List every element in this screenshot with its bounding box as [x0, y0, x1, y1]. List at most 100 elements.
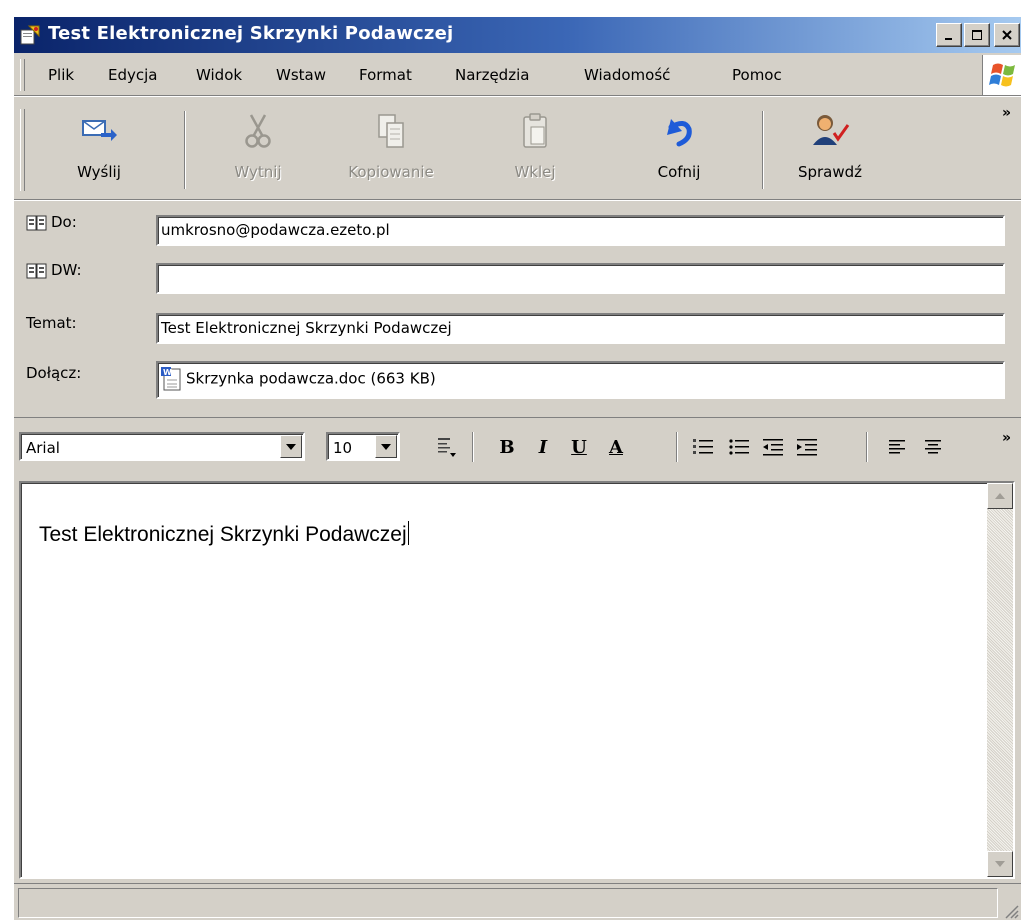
- menu-bar: Plik Edycja Widok Wstaw Format Narzędzia…: [14, 55, 1021, 96]
- bold-button[interactable]: B: [492, 432, 522, 462]
- chevron-down-icon: [286, 443, 296, 450]
- check-names-label: Sprawdź: [797, 163, 863, 181]
- message-header: Do: umkrosno@podawcza.ezeto.pl DW: Temat…: [14, 201, 1021, 413]
- subject-field[interactable]: Test Elektronicznej Skrzynki Podawczej: [156, 313, 1005, 344]
- decrease-indent-icon: [763, 439, 783, 456]
- bullet-list-button[interactable]: [724, 432, 754, 462]
- message-body[interactable]: Test Elektronicznej Skrzynki Podawczej: [19, 481, 1015, 879]
- vertical-scrollbar[interactable]: [987, 483, 1013, 877]
- minimize-button[interactable]: [936, 23, 962, 47]
- size-dropdown-button[interactable]: [375, 435, 397, 458]
- paragraph-style-icon: [438, 438, 456, 457]
- font-color-button[interactable]: A: [598, 432, 634, 462]
- paste-label: Wklej: [514, 163, 556, 181]
- maximize-button[interactable]: [964, 23, 990, 47]
- underline-button[interactable]: U: [564, 432, 594, 462]
- copy-icon: [378, 114, 404, 148]
- close-icon: [1002, 30, 1012, 40]
- copy-label: Kopiowanie: [348, 163, 434, 181]
- title-bar[interactable]: Test Elektronicznej Skrzynki Podawczej: [14, 17, 1021, 53]
- send-label: Wyślij: [77, 163, 121, 181]
- toolbar-separator: [866, 432, 868, 462]
- cc-label-button[interactable]: DW:: [26, 261, 82, 280]
- cc-label: DW:: [51, 261, 82, 279]
- paste-button[interactable]: Wklej: [494, 107, 576, 191]
- compose-window: Test Elektronicznej Skrzynki Podawczej P…: [14, 17, 1021, 920]
- subject-label: Temat:: [26, 314, 77, 332]
- undo-icon: [667, 119, 692, 147]
- arrow-down-icon: [995, 861, 1005, 867]
- menu-grip[interactable]: [20, 59, 25, 91]
- toolbar-grip[interactable]: [20, 109, 25, 191]
- resize-grip-icon[interactable]: [1003, 903, 1019, 919]
- toolbar-overflow-chevron[interactable]: »: [1002, 105, 1011, 121]
- scroll-up-button[interactable]: [987, 483, 1013, 509]
- menu-format[interactable]: Format: [359, 66, 412, 84]
- message-body-text: Test Elektronicznej Skrzynki Podawczej: [39, 521, 409, 547]
- close-button[interactable]: [994, 23, 1020, 47]
- menu-view[interactable]: Widok: [196, 66, 242, 84]
- address-book-icon: [26, 215, 47, 230]
- toolbar-separator: [762, 111, 764, 189]
- check-names-icon: [813, 115, 850, 145]
- send-icon: [82, 120, 117, 141]
- cut-label: Wytnij: [234, 163, 282, 181]
- maximize-icon: [972, 30, 982, 40]
- to-label: Do:: [51, 213, 77, 231]
- cc-field[interactable]: [156, 263, 1005, 294]
- toolbar-separator: [184, 111, 186, 189]
- windows-logo: [982, 55, 1021, 95]
- arrow-up-icon: [995, 493, 1005, 499]
- format-overflow-chevron[interactable]: »: [1002, 430, 1011, 446]
- menu-message[interactable]: Wiadomość: [584, 66, 670, 84]
- menu-file[interactable]: Plik: [48, 66, 74, 84]
- font-name-select[interactable]: Arial: [19, 432, 305, 461]
- menu-insert[interactable]: Wstaw: [276, 66, 326, 84]
- text-caret: [407, 521, 409, 545]
- word-document-icon: W: [161, 367, 181, 391]
- font-size-select[interactable]: 10: [326, 432, 400, 461]
- svg-text:W: W: [163, 368, 172, 377]
- font-dropdown-button[interactable]: [280, 435, 302, 458]
- undo-label: Cofnij: [657, 163, 701, 181]
- menu-help[interactable]: Pomoc: [732, 66, 782, 84]
- minimize-icon: [945, 38, 952, 40]
- send-button[interactable]: Wyślij: [44, 107, 154, 191]
- cut-button[interactable]: Wytnij: [210, 107, 306, 191]
- paragraph-style-button[interactable]: [428, 432, 464, 462]
- increase-indent-icon: [797, 439, 817, 456]
- check-names-button[interactable]: Sprawdź: [774, 107, 886, 191]
- undo-button[interactable]: Cofnij: [624, 107, 734, 191]
- windows-flag-icon: [989, 63, 1015, 87]
- italic-button[interactable]: I: [528, 432, 558, 462]
- copy-button[interactable]: Kopiowanie: [334, 107, 448, 191]
- align-center-button[interactable]: [918, 432, 948, 462]
- decrease-indent-button[interactable]: [758, 432, 788, 462]
- to-field[interactable]: umkrosno@podawcza.ezeto.pl: [156, 215, 1005, 246]
- status-panel: [18, 888, 998, 918]
- chevron-down-icon: [381, 443, 391, 450]
- attach-field[interactable]: W Skrzynka podawcza.doc (663 KB): [156, 361, 1005, 399]
- address-book-icon: [26, 263, 47, 278]
- clipboard-icon: [523, 113, 547, 148]
- new-message-icon: [20, 25, 40, 45]
- menu-tools[interactable]: Narzędzia: [455, 66, 529, 84]
- align-left-icon: [889, 440, 905, 454]
- menu-edit[interactable]: Edycja: [108, 66, 157, 84]
- to-label-button[interactable]: Do:: [26, 213, 77, 232]
- increase-indent-button[interactable]: [792, 432, 822, 462]
- numbered-list-button[interactable]: [688, 432, 718, 462]
- window-title: Test Elektronicznej Skrzynki Podawczej: [48, 23, 454, 44]
- scissors-icon: [245, 114, 271, 148]
- attachment-item[interactable]: Skrzynka podawcza.doc (663 KB): [186, 370, 436, 388]
- standard-toolbar: Wyślij Wytnij Kopiowanie Wklej Cofnij Sp…: [14, 97, 1021, 200]
- font-name-value: Arial: [26, 439, 60, 457]
- font-size-value: 10: [333, 439, 353, 457]
- formatting-toolbar: Arial 10 B I U A »: [14, 417, 1021, 476]
- toolbar-separator: [472, 432, 474, 462]
- toolbar-separator: [676, 432, 678, 462]
- scroll-down-button[interactable]: [987, 851, 1013, 877]
- attach-label: Dołącz:: [26, 364, 82, 382]
- align-left-button[interactable]: [882, 432, 912, 462]
- numbered-list-icon: [693, 439, 713, 454]
